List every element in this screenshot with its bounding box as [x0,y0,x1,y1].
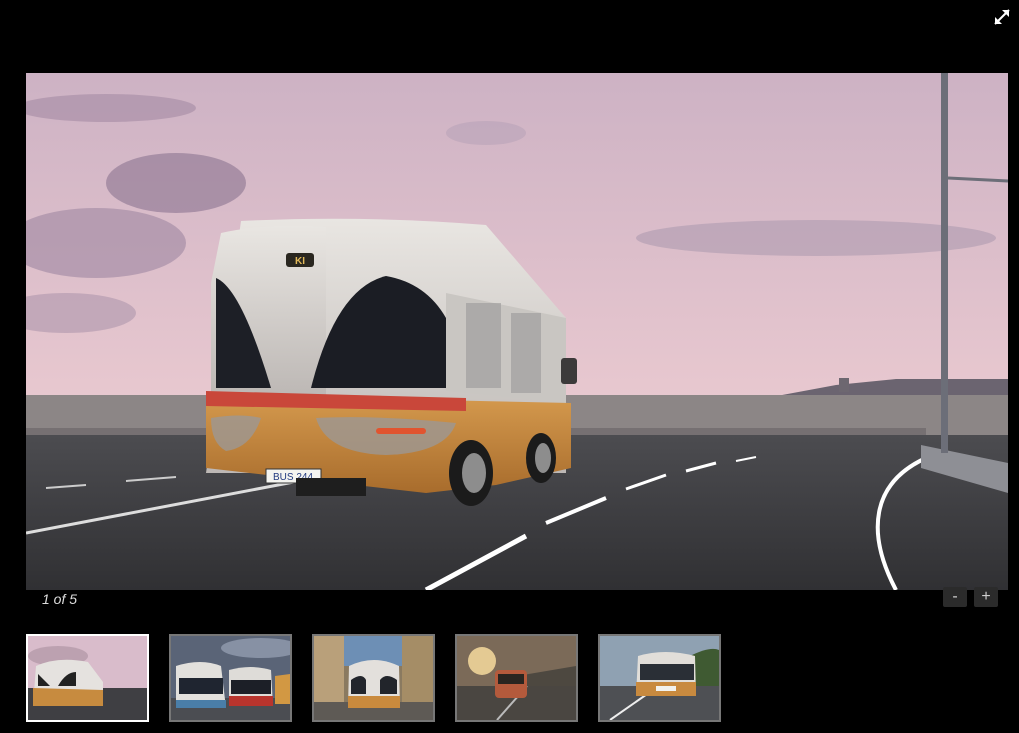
thumbnail-4[interactable] [455,634,578,722]
expand-arrows-icon [994,9,1010,25]
thumbnail-1[interactable] [26,634,149,722]
fullscreen-button[interactable] [991,6,1013,28]
bus-badge: KI [295,256,305,267]
zoom-out-button[interactable]: - [943,587,967,607]
thumbnail-2[interactable] [169,634,292,722]
thumbnail-3[interactable] [312,634,435,722]
slide-counter: 1 of 5 [42,591,78,607]
thumbnail-5[interactable] [598,634,721,722]
zoom-in-button[interactable]: + [974,587,998,607]
main-image[interactable]: BUS 244 KI [26,73,1008,590]
